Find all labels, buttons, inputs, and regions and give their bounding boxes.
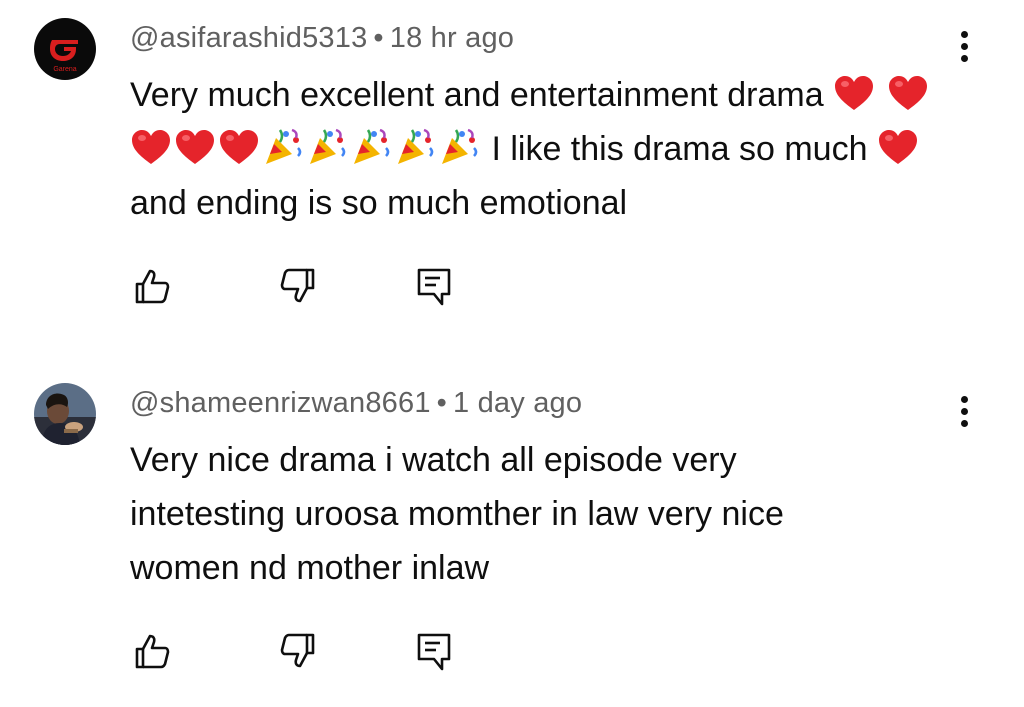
reply-comment-icon bbox=[417, 633, 451, 671]
reply-button[interactable] bbox=[412, 629, 456, 673]
comment-actions bbox=[130, 264, 470, 308]
comment-text-part: Very much excellent and entertainment dr… bbox=[130, 76, 824, 114]
reply-button[interactable] bbox=[412, 264, 456, 308]
comment-timestamp[interactable]: 1 day ago bbox=[453, 387, 582, 419]
comment-meta: @asifarashid5313 • 18 hr ago bbox=[130, 22, 514, 55]
red-heart-emoji-icon bbox=[887, 74, 929, 112]
red-heart-emoji-icon bbox=[833, 74, 875, 112]
party-popper-emoji-icon bbox=[306, 126, 348, 166]
meta-separator: • bbox=[436, 387, 448, 419]
reply-comment-icon bbox=[417, 268, 451, 306]
red-heart-emoji-icon bbox=[877, 128, 919, 166]
thumbs-down-icon bbox=[280, 633, 315, 668]
avatar-logo-text: Garena bbox=[53, 66, 76, 73]
more-options-button[interactable] bbox=[954, 393, 974, 437]
meta-separator: • bbox=[373, 22, 384, 54]
like-button[interactable] bbox=[130, 264, 174, 308]
dislike-button[interactable] bbox=[276, 629, 320, 673]
vertical-ellipsis-icon bbox=[960, 31, 968, 38]
thumbs-up-icon bbox=[135, 269, 170, 304]
red-heart-emoji-icon bbox=[130, 128, 172, 166]
comment-author-handle[interactable]: @shameenrizwan8661 bbox=[130, 387, 431, 419]
comment-text-part: I like this drama so much bbox=[491, 130, 868, 168]
party-popper-emoji-icon bbox=[350, 126, 392, 166]
thumbs-up-icon bbox=[135, 634, 170, 669]
vertical-ellipsis-icon bbox=[960, 396, 968, 403]
comment-actions bbox=[130, 629, 470, 673]
red-heart-emoji-icon bbox=[174, 128, 216, 166]
comment-meta: @shameenrizwan8661 • 1 day ago bbox=[130, 387, 582, 420]
party-popper-emoji-icon bbox=[262, 126, 304, 166]
more-options-button[interactable] bbox=[954, 28, 974, 72]
profile-photo bbox=[34, 383, 96, 445]
comment-text: Very much excellent and entertainment dr… bbox=[130, 68, 950, 230]
thumbs-down-icon bbox=[280, 268, 315, 303]
avatar[interactable] bbox=[34, 383, 96, 445]
comment-text-part: and ending is so much emotional bbox=[130, 184, 628, 222]
red-heart-emoji-icon bbox=[218, 128, 260, 166]
garena-logo-icon: Garena bbox=[34, 18, 96, 80]
avatar[interactable]: Garena bbox=[34, 18, 96, 80]
party-popper-emoji-icon bbox=[438, 126, 480, 166]
comment-author-handle[interactable]: @asifarashid5313 bbox=[130, 22, 367, 54]
comment-timestamp[interactable]: 18 hr ago bbox=[390, 22, 514, 54]
party-popper-emoji-icon bbox=[394, 126, 436, 166]
dislike-button[interactable] bbox=[276, 264, 320, 308]
comment-text: Very nice drama i watch all episode very… bbox=[130, 441, 784, 587]
like-button[interactable] bbox=[130, 629, 174, 673]
